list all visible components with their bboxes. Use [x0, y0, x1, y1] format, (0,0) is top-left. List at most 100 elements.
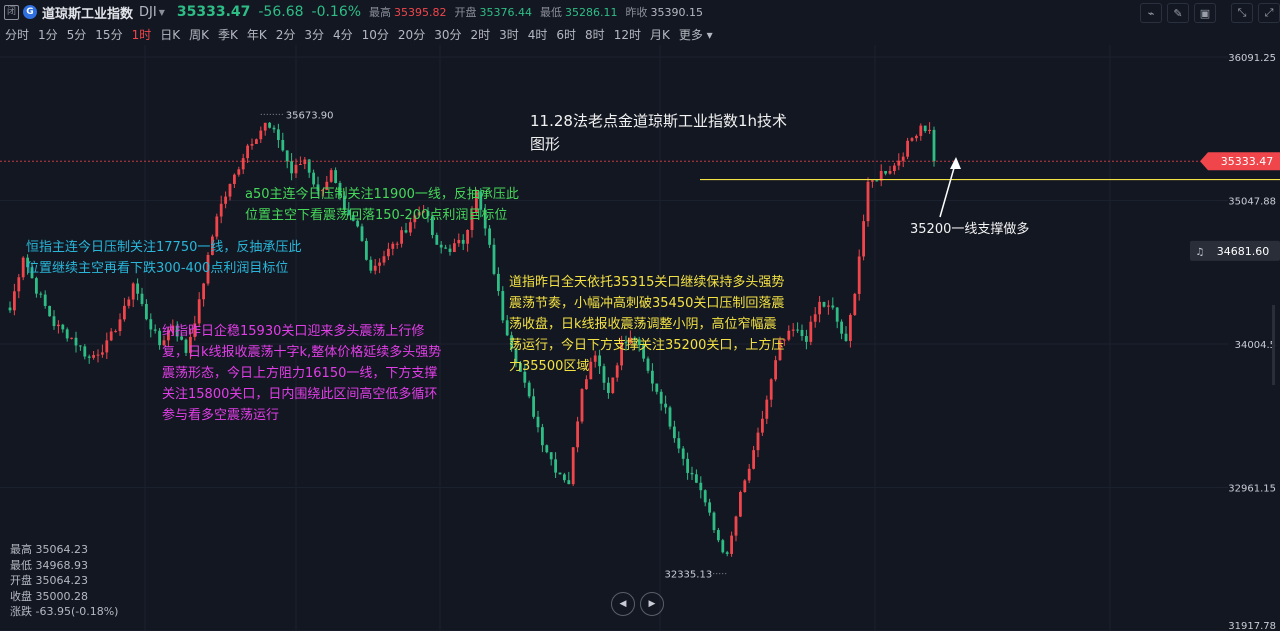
interval-tab[interactable]: 6时 — [556, 26, 576, 43]
candle-body — [118, 319, 122, 332]
interval-tab[interactable]: 1时 — [132, 26, 152, 43]
stat-label-high: 最高 — [369, 6, 392, 19]
expand-icon[interactable]: ⤢ — [1258, 3, 1280, 23]
annotation-line: a50主连今日压制关注11900一线，反抽承压此 — [245, 187, 519, 202]
interval-tab[interactable]: 年K — [247, 26, 267, 43]
draw-icon[interactable]: ✎ — [1167, 3, 1189, 23]
interval-tab[interactable]: 2分 — [276, 26, 296, 43]
alert-bell-icon: ♫ — [1196, 247, 1205, 258]
candle-body — [43, 294, 47, 306]
candle-body — [884, 170, 887, 174]
title-line: 11.28法老点金道琼斯工业指数1h技术 — [530, 112, 787, 130]
scroll-left-button[interactable]: ◀ — [611, 592, 635, 616]
annotation-line: 参与看多空震荡运行 — [162, 408, 280, 423]
interval-tab[interactable]: 4时 — [528, 26, 548, 43]
candle-body — [734, 516, 738, 536]
interval-tab[interactable]: 8时 — [585, 26, 605, 43]
collapse-icon[interactable]: ⤡ — [1231, 3, 1253, 23]
candle-body — [365, 240, 368, 260]
interval-tab[interactable]: 15分 — [95, 26, 122, 43]
delete-icon[interactable]: ▣ — [1194, 3, 1216, 23]
candle-body — [818, 301, 821, 315]
interval-tab[interactable]: 12时 — [614, 26, 641, 43]
indicator-icon[interactable]: ⌁ — [1140, 3, 1162, 23]
candle-body — [915, 135, 918, 139]
candle-body — [901, 156, 905, 161]
candle-body — [910, 138, 914, 141]
candle-body — [281, 140, 285, 151]
candle-body — [285, 150, 289, 162]
instrument-name[interactable]: 道琼斯工业指数 — [42, 3, 133, 22]
candle-body — [272, 127, 276, 130]
toolbar-icons: ⌁ ✎ ▣ ⤡ ⤢ — [1135, 3, 1280, 23]
candle-body — [695, 474, 698, 483]
interval-tab[interactable]: 日K — [160, 26, 180, 43]
candle-body — [888, 171, 892, 174]
interval-tab[interactable]: 分时 — [5, 26, 29, 43]
y-tick-label: 32961.15 — [1228, 483, 1276, 494]
annotation-dow: 道指昨日全天依托35315关口继续保持多头强势 震荡节奏，小幅冲高刺破35450… — [509, 272, 784, 377]
scroll-right-button[interactable]: ▶ — [640, 592, 664, 616]
candle-body — [259, 130, 263, 140]
interval-tab[interactable]: 2时 — [470, 26, 490, 43]
candle-body — [809, 321, 813, 342]
candle-body — [101, 352, 104, 355]
support-annotation: 35200一线支撑做多 — [910, 222, 1030, 237]
candle-body — [580, 389, 584, 422]
chevron-right-icon: ▶ — [648, 599, 656, 609]
candle-body — [730, 535, 733, 554]
candle-body — [158, 330, 161, 346]
chart-title: 11.28法老点金道琼斯工业指数1h技术 图形 — [530, 110, 787, 156]
candle-body — [237, 169, 241, 175]
interval-tab[interactable]: 月K — [650, 26, 670, 43]
interval-tab[interactable]: 10分 — [362, 26, 389, 43]
annotation-arrowhead — [950, 157, 961, 169]
candle-body — [466, 230, 469, 244]
annotation-arrow — [939, 160, 957, 218]
candle-body — [395, 243, 399, 245]
interval-tab[interactable]: 3时 — [499, 26, 519, 43]
y-tick-label: 35047.88 — [1228, 197, 1276, 208]
stat-value-low: 35286.11 — [565, 5, 618, 19]
candle-body — [703, 490, 707, 503]
chevron-down-icon[interactable]: ▼ — [159, 8, 165, 17]
candle-body — [739, 491, 742, 517]
candle-body — [673, 426, 676, 439]
interval-tab[interactable]: 5分 — [67, 26, 87, 43]
title-line: 图形 — [530, 135, 561, 153]
interval-tab[interactable]: 30分 — [434, 26, 461, 43]
candle-body — [527, 382, 531, 397]
candle-body — [862, 221, 865, 257]
interval-tab[interactable]: 4分 — [333, 26, 353, 43]
interval-tab[interactable]: 3分 — [304, 26, 324, 43]
ohlc-row-change: 涨跌 -63.95(-0.18%) — [10, 605, 119, 618]
ohlc-row-high: 最高 35064.23 — [10, 543, 88, 556]
interval-tab[interactable]: 季K — [218, 26, 238, 43]
candle-body — [294, 164, 298, 174]
candle-body — [448, 248, 452, 252]
more-intervals-dropdown[interactable]: 更多 ▾ — [679, 26, 713, 43]
candle-body — [461, 239, 465, 244]
interval-tab[interactable]: 周K — [189, 26, 209, 43]
interval-tab[interactable]: 1分 — [38, 26, 58, 43]
stat-value-prev-close: 35390.15 — [650, 5, 704, 19]
candle-body — [853, 293, 857, 315]
candle-body — [233, 174, 236, 184]
candle-body — [800, 329, 804, 337]
candle-body — [131, 283, 135, 300]
candle-body — [52, 316, 56, 327]
candle-body — [391, 243, 395, 249]
candle-body — [932, 129, 936, 162]
candle-body — [35, 278, 38, 294]
candle-body — [664, 403, 667, 408]
interval-tab[interactable]: 20分 — [398, 26, 425, 43]
candle-body — [241, 158, 245, 170]
instrument-code[interactable]: DJI — [139, 5, 157, 20]
candle-body — [92, 355, 95, 358]
candle-body — [127, 299, 131, 306]
stat-label-open: 开盘 — [454, 6, 477, 19]
candle-body — [123, 305, 126, 320]
stat-value-open: 35376.44 — [479, 5, 533, 19]
candle-body — [334, 170, 337, 184]
candle-body — [871, 180, 874, 182]
